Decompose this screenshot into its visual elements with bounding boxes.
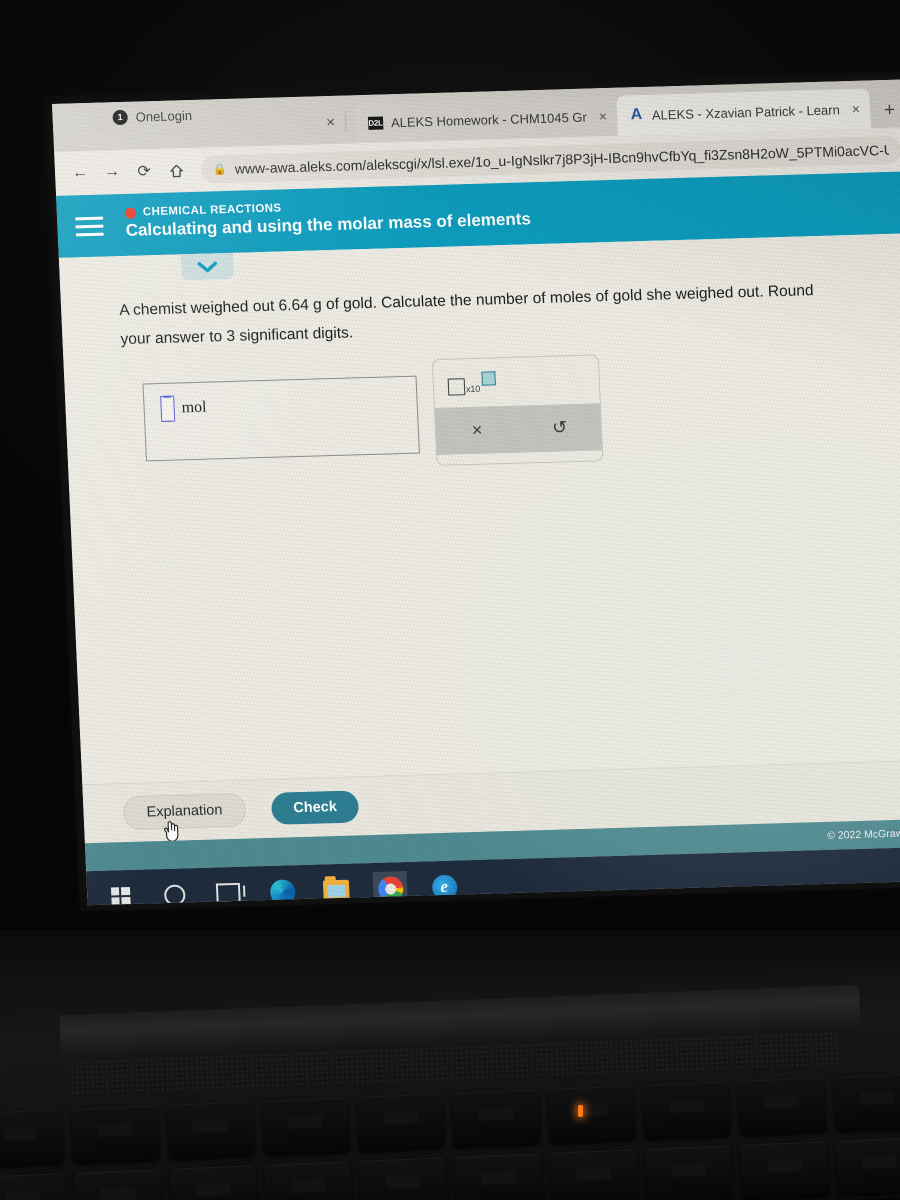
d2l-icon: D2L: [367, 115, 384, 130]
tab-divider: [344, 111, 347, 132]
keyboard-key: [451, 1089, 541, 1147]
question-content-area: A chemist weighed out 6.64 g of gold. Ca…: [58, 233, 900, 785]
keyboard-key: [547, 1085, 636, 1143]
url-text: www-awa.aleks.com/alekscgi/x/lsl.exe/1o_…: [234, 141, 890, 177]
check-button[interactable]: Check: [270, 790, 360, 825]
mantissa-box-icon: [447, 377, 466, 396]
window-tab-close-icon[interactable]: ×: [326, 114, 336, 131]
start-button[interactable]: [103, 879, 139, 906]
undo-icon[interactable]: ↺: [518, 416, 601, 439]
onelogin-icon: 1: [112, 109, 128, 125]
math-toolbar-top-row: x10: [433, 355, 600, 408]
laptop-screen: 1 OneLogin × D2L ALEKS Homework - CHM104…: [43, 71, 900, 912]
back-icon[interactable]: ←: [64, 158, 95, 189]
screen-content: 1 OneLogin × D2L ALEKS Homework - CHM104…: [52, 79, 900, 906]
chevron-down-icon[interactable]: [180, 252, 234, 281]
explanation-button[interactable]: Explanation: [122, 792, 247, 831]
tab-close-icon[interactable]: ×: [598, 108, 607, 124]
keyboard-key: [168, 1165, 258, 1200]
math-toolbar-actions: × ↺: [434, 403, 602, 456]
hamburger-menu-icon[interactable]: [75, 216, 104, 236]
keyboard-status-led: [578, 1105, 583, 1117]
answer-input-box[interactable]: mol: [142, 375, 420, 462]
keyboard-key: [359, 1157, 448, 1200]
keyboard-key: [737, 1077, 827, 1135]
empty-answer-placeholder-icon[interactable]: [160, 395, 176, 422]
search-icon[interactable]: [157, 877, 193, 906]
tab-title: ALEKS - Xzavian Patrick - Learn: [651, 101, 841, 123]
scientific-notation-button[interactable]: x10: [447, 370, 496, 396]
copyright-text: © 2022 McGraw Hill LL: [826, 827, 900, 842]
exponent-box-icon: [481, 370, 496, 386]
keyboard-key: [0, 1109, 65, 1167]
tab-close-icon[interactable]: ×: [851, 101, 860, 117]
lock-icon: 🔒: [212, 163, 228, 176]
keyboard-key: [0, 1173, 67, 1200]
clear-icon[interactable]: ×: [435, 419, 518, 442]
browser-window-tab-onelogin[interactable]: 1 OneLogin: [100, 102, 203, 131]
answer-unit-label: mol: [181, 398, 207, 417]
keyboard-key: [166, 1101, 255, 1159]
task-view-icon[interactable]: [211, 876, 247, 906]
question-text: A chemist weighed out 6.64 g of gold. Ca…: [118, 282, 814, 349]
aleks-icon: A: [630, 106, 643, 124]
hand-pointer-cursor-icon: [162, 818, 183, 843]
x10-label: x10: [465, 383, 481, 394]
keyboard-key: [642, 1081, 731, 1139]
tab-title: ALEKS Homework - CHM1045 Gr: [390, 109, 588, 130]
forward-icon[interactable]: →: [96, 157, 127, 188]
keyboard-key: [454, 1153, 544, 1200]
keyboard-key: [644, 1145, 734, 1200]
keyboard-key: [264, 1161, 353, 1200]
math-toolbar-panel: x10 × ↺: [431, 354, 604, 467]
photo-scene: 1 OneLogin × D2L ALEKS Homework - CHM104…: [0, 0, 900, 1200]
new-tab-button[interactable]: +: [870, 99, 900, 128]
keyboard-key: [740, 1141, 829, 1199]
keyboard-key: [832, 1073, 900, 1131]
keyboard-key: [73, 1169, 163, 1200]
keyboard-key: [835, 1137, 900, 1195]
tab-title: OneLogin: [135, 107, 193, 125]
keyboard-key: [356, 1093, 446, 1151]
keyboard-key: [261, 1097, 350, 1155]
keyboard-key: [71, 1105, 160, 1163]
home-icon[interactable]: [160, 155, 191, 186]
red-dot-icon: [124, 207, 137, 219]
reload-icon[interactable]: ⟳: [128, 156, 159, 187]
keyboard-key: [549, 1149, 639, 1200]
